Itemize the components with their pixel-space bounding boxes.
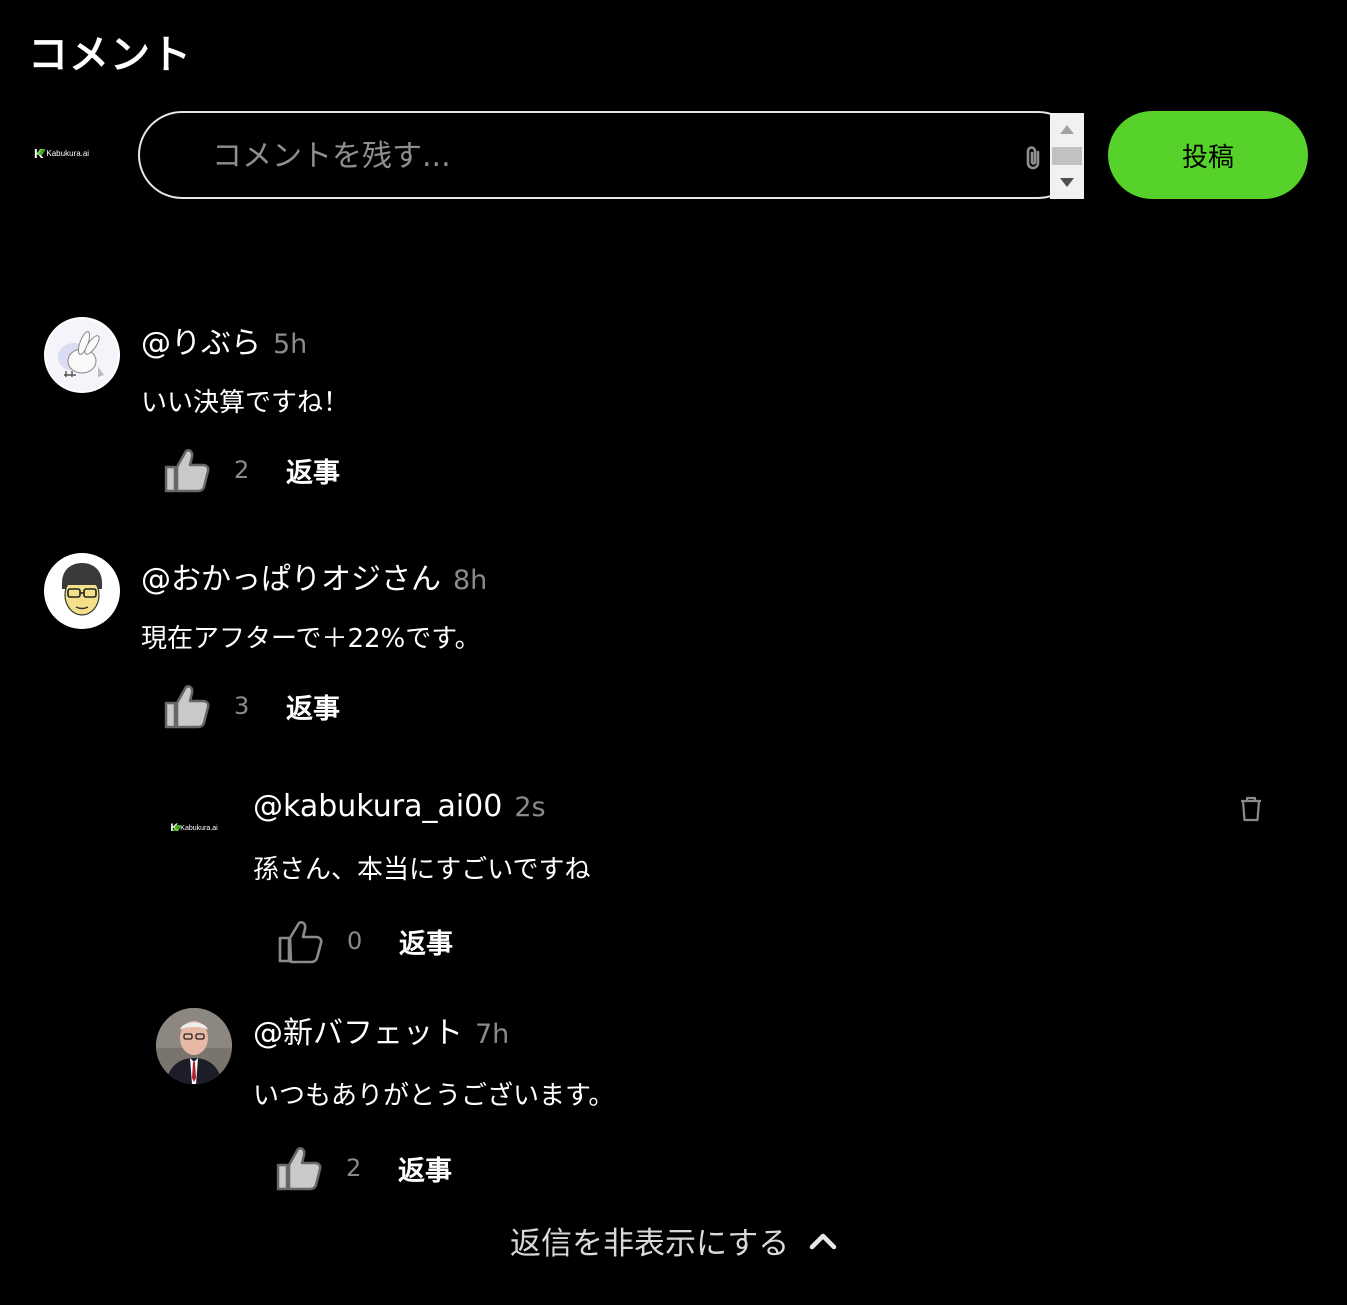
avatar[interactable] — [44, 553, 120, 629]
page-title: コメント — [28, 32, 192, 78]
comment-input-wrapper — [138, 111, 1082, 199]
comment-actions: 2 返事 — [162, 445, 340, 495]
comment-text: いい決算ですね！ — [141, 388, 350, 418]
reply-actions: 2 返事 — [274, 1143, 452, 1193]
reply-actions: 0 返事 — [275, 916, 453, 966]
comment-actions: 3 返事 — [162, 681, 340, 731]
comment-text: 現在アフターで＋22%です。 — [141, 624, 481, 654]
avatar[interactable] — [156, 1008, 232, 1084]
thumbs-up-outline-icon — [278, 921, 323, 964]
reply-text: いつもありがとうございます。 — [253, 1081, 615, 1111]
username[interactable]: @kabukura_ai00 — [253, 789, 502, 824]
thumbs-up-icon — [164, 449, 210, 493]
like-count: 2 — [346, 1154, 362, 1182]
reply-button[interactable]: 返事 — [399, 922, 453, 961]
like-button[interactable] — [275, 916, 325, 966]
delete-trash-icon[interactable] — [1238, 795, 1264, 823]
scroll-down-arrow-icon[interactable] — [1060, 178, 1074, 187]
input-scrollbar[interactable] — [1050, 113, 1084, 199]
comment-input[interactable] — [210, 133, 994, 179]
timestamp: 7h — [475, 1019, 510, 1050]
chevron-up-icon — [810, 1233, 837, 1249]
username[interactable]: @おかっぱりオジさん — [141, 554, 441, 598]
kabukura-logo-icon: K — [170, 822, 179, 834]
timestamp: 2s — [514, 792, 546, 823]
post-button[interactable]: 投稿 — [1108, 111, 1308, 199]
reply-text: 孫さん、本当にすごいですね — [253, 855, 591, 885]
rabbit-avatar-icon — [46, 319, 118, 391]
avatar[interactable] — [44, 317, 120, 393]
like-button[interactable] — [162, 445, 212, 495]
username[interactable]: @新バフェット — [253, 1008, 463, 1052]
scroll-up-arrow-icon[interactable] — [1060, 125, 1074, 134]
hide-replies-toggle[interactable]: 返信を非表示にする — [510, 1218, 837, 1263]
comment-header: @りぶら 5h — [141, 318, 307, 362]
comment-header: @おかっぱりオジさん 8h — [141, 554, 487, 598]
reply-button[interactable]: 返事 — [286, 687, 340, 726]
attachment-icon[interactable] — [1020, 143, 1048, 173]
thumbs-up-icon — [276, 1147, 322, 1191]
glasses-man-avatar-icon — [46, 555, 118, 627]
kabukura-logo-icon: K — [34, 145, 44, 161]
logo-text: Kabukura.ai — [180, 824, 218, 832]
timestamp: 5h — [273, 329, 308, 360]
username[interactable]: @りぶら — [141, 318, 261, 362]
like-count: 2 — [234, 456, 250, 484]
reply-button[interactable]: 返事 — [398, 1149, 452, 1188]
like-button[interactable] — [162, 681, 212, 731]
avatar[interactable]: K Kabukura.ai — [156, 790, 232, 866]
reply-header: @新バフェット 7h — [253, 1008, 509, 1052]
reply-button[interactable]: 返事 — [286, 451, 340, 490]
man-photo-avatar-icon — [156, 1008, 232, 1084]
logo-text: Kabukura.ai — [46, 148, 90, 158]
scroll-thumb[interactable] — [1052, 147, 1082, 165]
thumbs-up-icon — [164, 685, 210, 729]
like-count: 3 — [234, 692, 250, 720]
like-count: 0 — [347, 927, 363, 955]
reply-header: @kabukura_ai00 2s — [253, 789, 546, 824]
hide-replies-label: 返信を非表示にする — [510, 1226, 790, 1262]
current-user-avatar-logo: K Kabukura.ai — [34, 145, 104, 161]
timestamp: 8h — [453, 565, 488, 596]
like-button[interactable] — [274, 1143, 324, 1193]
